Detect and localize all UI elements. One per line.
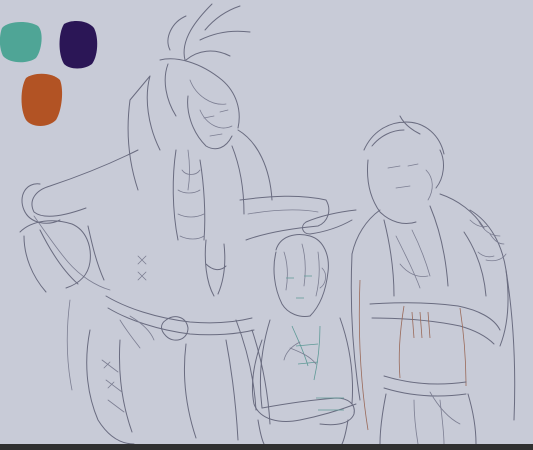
bottom-status-bar xyxy=(0,444,533,450)
character-sketch xyxy=(19,3,516,444)
left-figure xyxy=(19,3,330,444)
right-figure xyxy=(302,115,516,444)
middle-figure xyxy=(251,234,357,444)
drawing-canvas[interactable] xyxy=(0,0,533,444)
